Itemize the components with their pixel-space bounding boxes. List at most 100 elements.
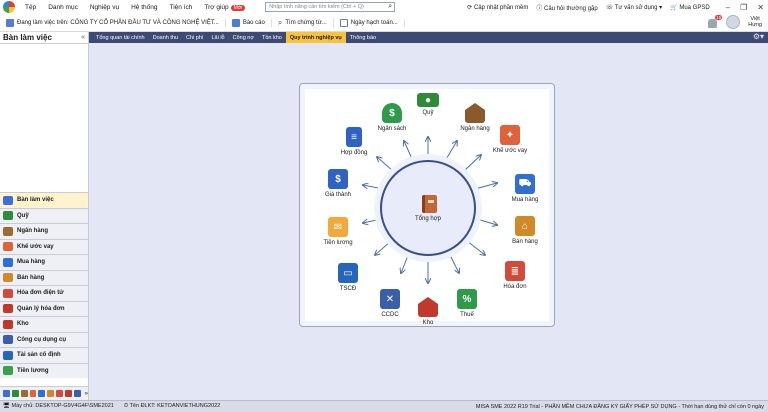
menu-system[interactable]: Hệ thống bbox=[125, 4, 163, 11]
cash-register-icon: ● bbox=[417, 93, 439, 107]
nav-item-4[interactable]: Mua hàng bbox=[0, 254, 88, 270]
money-bag-icon: $ bbox=[382, 103, 402, 123]
nav-item-10[interactable]: Tài sản cố định bbox=[0, 347, 88, 363]
nav-item-7[interactable]: Quản lý hóa đơn bbox=[0, 300, 88, 316]
settings-gear-icon[interactable]: ⚙▾ bbox=[753, 32, 764, 41]
report-button[interactable]: Báo cáo bbox=[226, 18, 272, 27]
nav-item-label: Công cụ dụng cụ bbox=[17, 336, 66, 343]
buy-license-link[interactable]: 🛒 Mua GPSD bbox=[670, 4, 709, 11]
sales-mini-icon[interactable] bbox=[47, 390, 55, 397]
license-status: MISA SME 2022 R19 Trial - PHẦN MỀM CHƯA … bbox=[475, 403, 764, 410]
faq-link[interactable]: ⓘ Câu hỏi thường gặp bbox=[536, 3, 597, 12]
buy-license-label: Mua GPSD bbox=[679, 4, 710, 11]
tab-3[interactable]: Lãi lỗ bbox=[207, 32, 228, 43]
nav-item-icon bbox=[3, 319, 13, 329]
khe-uoc-vay-label: Khế ước vay bbox=[492, 148, 528, 154]
bank-mini-icon[interactable] bbox=[20, 390, 28, 397]
ban-hang-label: Bán hàng bbox=[512, 239, 538, 245]
tab-5[interactable]: Tồn kho bbox=[258, 32, 286, 43]
invoice-mini-icon[interactable] bbox=[64, 390, 72, 397]
search-icon[interactable]: ⌕ bbox=[388, 3, 394, 11]
tien-luong-label: Tiền lương bbox=[323, 240, 353, 246]
minimize-icon[interactable]: – bbox=[726, 3, 730, 12]
nav-item-label: Bàn làm việc bbox=[17, 197, 54, 204]
module-gia-thanh[interactable]: $ Giá thành bbox=[313, 169, 363, 198]
nav-item-3[interactable]: Khế ước vay bbox=[0, 238, 88, 254]
tab-1[interactable]: Doanh thu bbox=[149, 32, 182, 43]
nav-item-label: Mua hàng bbox=[17, 259, 45, 266]
notification-button[interactable]: 15 bbox=[708, 15, 723, 28]
quy-label: Quỹ bbox=[422, 110, 434, 116]
kho-label: Kho bbox=[422, 320, 434, 326]
einvoice-mini-icon[interactable] bbox=[56, 390, 63, 397]
desk-mini-icon[interactable] bbox=[3, 390, 10, 397]
close-icon[interactable]: ✕ bbox=[757, 3, 764, 12]
workspace-selector[interactable]: Đang làm việc trên: CÔNG TY CỔ PHẦN ĐẦU … bbox=[0, 18, 226, 27]
tong-hop-hub[interactable]: Tổng hợp bbox=[380, 160, 476, 256]
module-tscd[interactable]: ▭ TSCĐ bbox=[323, 263, 373, 292]
module-ban-hang[interactable]: ⌂ Bán hàng bbox=[500, 216, 550, 245]
tab-6[interactable]: Quy trình nghiệp vụ bbox=[285, 32, 346, 43]
user-name[interactable]: Việt Hưng bbox=[748, 16, 762, 28]
update-software-link[interactable]: ⟳ Cập nhật phần mềm bbox=[467, 4, 528, 11]
tab-4[interactable]: Công nợ bbox=[229, 32, 258, 43]
menu-utilities[interactable]: Tiện ích bbox=[164, 4, 199, 11]
module-mua-hang[interactable]: ⛟ Mua hàng bbox=[500, 174, 550, 203]
menu-catalog[interactable]: Danh mục bbox=[42, 4, 84, 11]
nav-item-8[interactable]: Kho bbox=[0, 316, 88, 332]
loan-mini-icon[interactable] bbox=[29, 390, 37, 397]
ledger-book-icon bbox=[422, 195, 437, 213]
module-tien-luong[interactable]: ✉ Tiền lương bbox=[313, 217, 363, 246]
window-controls: – ❐ ✕ bbox=[726, 3, 764, 12]
more-icon[interactable]: » bbox=[85, 391, 88, 397]
menu-bar: Tệp Danh mục Nghiệp vụ Hệ thống Tiện ích… bbox=[0, 0, 768, 14]
nav-footer: » bbox=[0, 386, 88, 400]
arrow-thue bbox=[448, 252, 459, 273]
thue-label: Thuế bbox=[460, 312, 474, 318]
support-link[interactable]: ☏ Tư vấn sử dụng ▾ bbox=[606, 4, 662, 11]
hop-dong-label: Hợp đồng bbox=[340, 150, 368, 156]
faq-label: Câu hỏi thường gặp bbox=[544, 5, 598, 12]
tools-icon: ✕ bbox=[380, 289, 400, 309]
menu-file[interactable]: Tệp bbox=[19, 4, 42, 11]
module-hop-dong[interactable]: ≡ Hợp đồng bbox=[329, 127, 379, 156]
warehouse-icon bbox=[418, 297, 438, 317]
tab-2[interactable]: Chi phí bbox=[182, 32, 207, 43]
purchase-mini-icon[interactable] bbox=[38, 390, 46, 397]
arrow-tscd bbox=[375, 240, 392, 255]
cash-mini-icon[interactable] bbox=[11, 390, 19, 397]
nav-item-0[interactable]: Bàn làm việc bbox=[0, 192, 88, 208]
tab-0[interactable]: Tổng quan tài chính bbox=[92, 32, 149, 43]
nav-item-icon bbox=[3, 195, 13, 205]
find-voucher-button[interactable]: ⌕ Tìm chứng từ... bbox=[272, 17, 334, 28]
module-quy[interactable]: ● Quỹ bbox=[403, 93, 453, 116]
tab-7[interactable]: Thông báo bbox=[346, 32, 380, 43]
nav-item-6[interactable]: Hóa đơn điện tử bbox=[0, 285, 88, 301]
posting-date-button[interactable]: Ngày hạch toán... bbox=[334, 18, 405, 27]
module-khe-uoc-vay[interactable]: ✦ Khế ước vay bbox=[485, 125, 535, 154]
toolbar: Đang làm việc trên: CÔNG TY CỔ PHẦN ĐẦU … bbox=[0, 14, 768, 32]
collapse-icon[interactable]: « bbox=[81, 34, 85, 41]
maximize-icon[interactable]: ❐ bbox=[740, 3, 747, 12]
avatar[interactable] bbox=[726, 15, 741, 29]
nav-item-5[interactable]: Bán hàng bbox=[0, 269, 88, 285]
nav-item-label: Tài sản cố định bbox=[17, 352, 61, 359]
feature-search-input[interactable]: Nhập tính năng cần tìm kiếm (Ctrl + Q) ⌕ bbox=[265, 2, 396, 12]
shop-front-icon: ⌂ bbox=[515, 216, 535, 236]
nav-item-label: Hóa đơn điện tử bbox=[17, 290, 64, 297]
hub-label: Tổng hợp bbox=[415, 216, 441, 222]
salary-envelope-icon: ✉ bbox=[328, 217, 348, 237]
nav-item-11[interactable]: Tiền lương bbox=[0, 362, 88, 378]
module-thue[interactable]: % Thuế bbox=[442, 289, 492, 318]
nav-item-2[interactable]: Ngân hàng bbox=[0, 223, 88, 239]
nav-item-label: Ngân hàng bbox=[17, 228, 48, 235]
bell-icon bbox=[708, 19, 718, 28]
tools-mini-icon[interactable] bbox=[73, 390, 81, 397]
arrow-ngan-hang bbox=[444, 141, 457, 162]
module-hoa-don[interactable]: ≣ Hóa đơn bbox=[490, 261, 540, 290]
menu-operations[interactable]: Nghiệp vụ bbox=[84, 4, 125, 11]
nav-item-9[interactable]: Công cụ dụng cụ bbox=[0, 331, 88, 347]
server-info-text: Máy chủ: DESKTOP-G9V4G4F\SME2021 bbox=[11, 403, 114, 409]
menu-help[interactable]: Trợ giúp Mới bbox=[198, 4, 251, 11]
nav-item-1[interactable]: Quỹ bbox=[0, 207, 88, 223]
